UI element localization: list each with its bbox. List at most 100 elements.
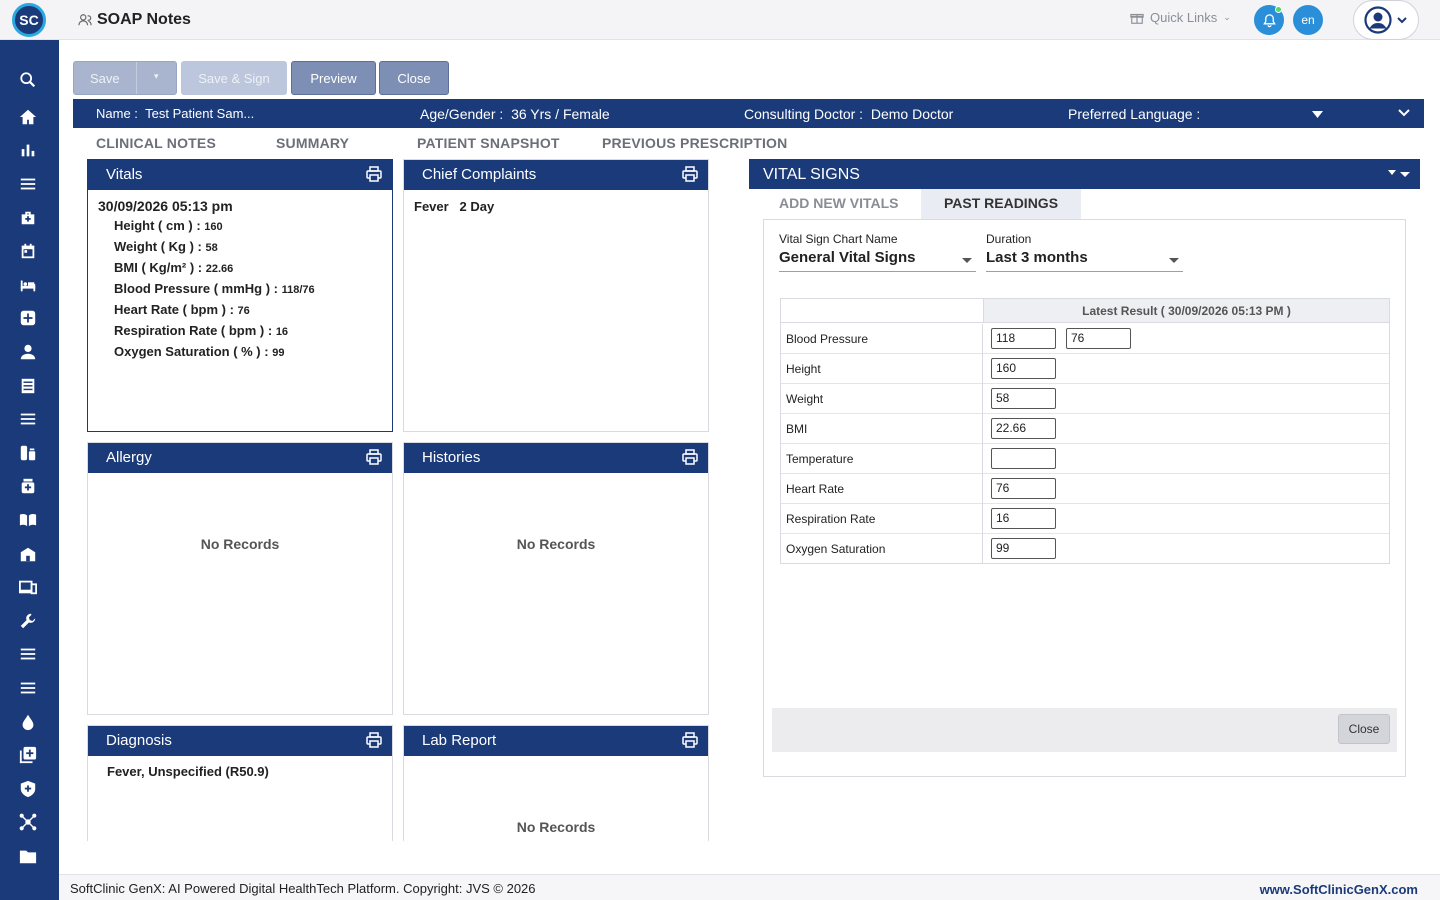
notifications-button[interactable] <box>1254 5 1284 35</box>
diagnosis-panel: Diagnosis Fever, Unspecified (R50.9) <box>87 725 393 841</box>
tab-add-new-vitals[interactable]: ADD NEW VITALS <box>779 189 899 219</box>
wrench-icon[interactable] <box>18 611 38 631</box>
menu-icon[interactable] <box>18 644 38 664</box>
list-icon[interactable] <box>18 376 38 396</box>
patient-info-bar: Name : Test Patient Sam... Age/Gender : … <box>73 99 1424 128</box>
menu-icon[interactable] <box>18 174 38 194</box>
chart-name-label: Vital Sign Chart Name <box>779 232 898 246</box>
vital-weight: Weight ( Kg ) : 58 <box>114 239 218 254</box>
save-and-sign-button[interactable]: Save & Sign <box>181 61 287 95</box>
vital-heart-rate: Heart Rate ( bpm ) : 76 <box>114 302 250 317</box>
row-name: Blood Pressure <box>786 332 869 346</box>
print-icon[interactable] <box>682 732 698 748</box>
latest-result-header: Latest Result ( 30/09/2026 05:13 PM ) <box>983 299 1389 323</box>
diagnosis-title: Diagnosis <box>106 732 172 749</box>
height-input[interactable]: 160 <box>991 358 1056 379</box>
book-icon[interactable] <box>18 510 38 530</box>
devices-icon[interactable] <box>18 577 38 597</box>
temperature-input[interactable] <box>991 448 1056 469</box>
chief-complaint-entry: Fever 2 Day <box>414 199 495 214</box>
shield-icon[interactable] <box>18 779 38 799</box>
bar-chart-icon[interactable] <box>18 140 38 160</box>
plus-square-icon[interactable] <box>18 308 38 328</box>
close-button[interactable]: Close <box>379 61 449 95</box>
bp-diastolic-input[interactable]: 76 <box>1066 328 1131 349</box>
medicine-bottle-icon[interactable] <box>18 476 38 496</box>
print-icon[interactable] <box>682 166 698 182</box>
user-menu-button[interactable] <box>1353 0 1419 40</box>
row-name: Weight <box>786 392 824 406</box>
histories-empty-state: No Records <box>516 536 596 552</box>
respiration-rate-input[interactable]: 16 <box>991 508 1056 529</box>
save-button[interactable]: Save ▾ <box>73 61 177 95</box>
collapse-caret-icon[interactable] <box>1388 170 1410 178</box>
tab-previous-prescription[interactable]: PREVIOUS PRESCRIPTION <box>602 135 787 151</box>
quick-links-dropdown[interactable]: Quick Links ⌄ <box>1130 10 1231 25</box>
copyright-text: SoftClinic GenX: AI Powered Digital Heal… <box>70 881 536 896</box>
page-footer: SoftClinic GenX: AI Powered Digital Heal… <box>59 874 1440 900</box>
bed-icon[interactable] <box>18 275 38 295</box>
app-logo[interactable]: SC <box>12 3 46 37</box>
page-title: SOAP Notes <box>97 11 191 28</box>
histories-panel: Histories No Records <box>403 442 709 715</box>
vitals-title: Vitals <box>106 166 143 183</box>
language-button[interactable]: en <box>1293 5 1323 35</box>
tab-patient-snapshot[interactable]: PATIENT SNAPSHOT <box>417 135 560 151</box>
patient-age-gender: Age/Gender : 36 Yrs / Female <box>420 106 610 122</box>
person-icon[interactable] <box>18 342 38 362</box>
tab-summary[interactable]: SUMMARY <box>276 135 349 151</box>
pharmacy-icon[interactable] <box>18 443 38 463</box>
weight-input[interactable]: 58 <box>991 388 1056 409</box>
chart-name-caret-icon[interactable] <box>962 258 972 263</box>
avatar-icon <box>1364 6 1392 34</box>
table-row: Height 160 <box>781 354 1389 384</box>
tab-past-readings[interactable]: PAST READINGS <box>921 189 1081 219</box>
tab-clinical-notes[interactable]: CLINICAL NOTES <box>96 135 216 151</box>
print-icon[interactable] <box>366 166 382 182</box>
consulting-doctor: Consulting Doctor : Demo Doctor <box>744 106 954 122</box>
expand-chevron-icon[interactable] <box>1398 109 1410 118</box>
chief-complaints-panel: Chief Complaints Fever 2 Day <box>403 159 709 432</box>
past-readings-content: Vital Sign Chart Name General Vital Sign… <box>763 219 1406 777</box>
top-header: SC SOAP Notes Quick Links ⌄ en <box>0 0 1440 40</box>
print-icon[interactable] <box>366 732 382 748</box>
gift-icon <box>1130 13 1144 24</box>
menu-icon[interactable] <box>18 409 38 429</box>
website-link[interactable]: www.SoftClinicGenX.com <box>1260 882 1418 897</box>
menu-icon[interactable] <box>18 678 38 698</box>
add-box-icon[interactable] <box>18 745 38 765</box>
histories-title: Histories <box>422 449 481 466</box>
bmi-input[interactable]: 22.66 <box>991 418 1056 439</box>
print-icon[interactable] <box>682 449 698 465</box>
table-row: Oxygen Saturation 99 <box>781 534 1389 564</box>
medical-bag-icon[interactable] <box>18 208 38 228</box>
drop-icon[interactable] <box>18 712 38 732</box>
table-row: Temperature <box>781 444 1389 474</box>
print-icon[interactable] <box>366 449 382 465</box>
row-name: Oxygen Saturation <box>786 542 886 556</box>
lab-report-empty-state: No Records <box>516 819 596 835</box>
caret-down-icon[interactable]: ▾ <box>154 71 159 82</box>
row-name: Heart Rate <box>786 482 845 496</box>
duration-caret-icon[interactable] <box>1169 258 1179 263</box>
oxygen-saturation-input[interactable]: 99 <box>991 538 1056 559</box>
chart-name-underline <box>779 271 976 272</box>
calendar-icon[interactable] <box>18 241 38 261</box>
heart-rate-input[interactable]: 76 <box>991 478 1056 499</box>
preview-button[interactable]: Preview <box>291 61 376 95</box>
quick-links-label: Quick Links <box>1150 10 1218 25</box>
folder-icon[interactable] <box>18 846 38 866</box>
network-icon[interactable] <box>18 812 38 832</box>
home-icon[interactable] <box>18 107 38 127</box>
language-dropdown-caret-icon[interactable] <box>1312 111 1323 118</box>
histories-header: Histories <box>404 443 708 473</box>
patient-name: Name : Test Patient Sam... <box>96 106 255 121</box>
vital-signs-tabs: ADD NEW VITALS PAST READINGS <box>763 189 1406 219</box>
vital-signs-close-button[interactable]: Close <box>1338 714 1390 744</box>
duration-select[interactable]: Last 3 months <box>986 249 1088 266</box>
search-icon[interactable] <box>18 70 38 90</box>
building-icon[interactable] <box>18 544 38 564</box>
chart-name-select[interactable]: General Vital Signs <box>779 249 915 266</box>
bp-systolic-input[interactable]: 118 <box>991 328 1056 349</box>
allergy-header: Allergy <box>88 443 392 473</box>
